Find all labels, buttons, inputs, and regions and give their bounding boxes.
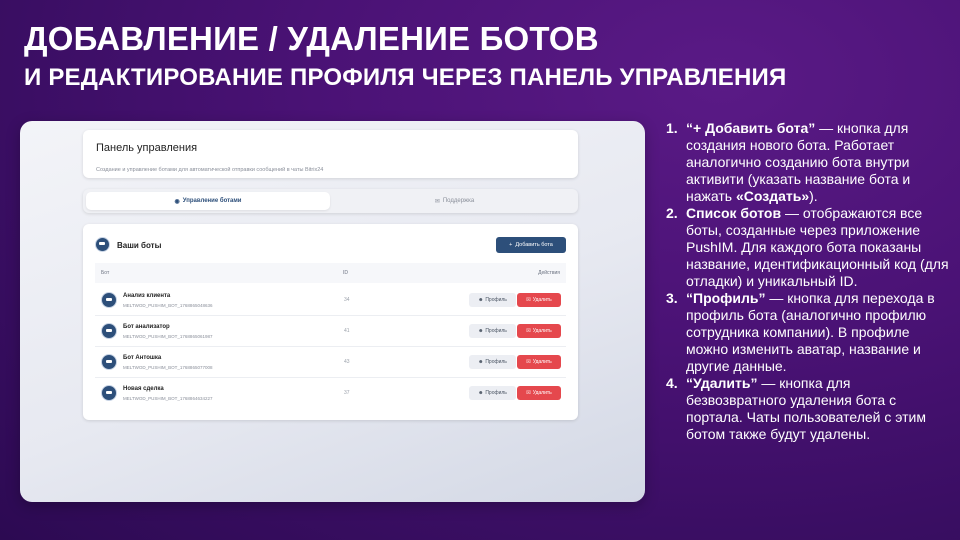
item-emphasis: «Создать»: [735, 188, 810, 204]
bot-icon: [95, 237, 110, 252]
add-bot-label: Добавить бота: [515, 242, 553, 248]
delete-button[interactable]: ☒ Удалить: [517, 386, 561, 400]
list-item: 1. “+ Добавить бота” — кнопка для создан…: [666, 120, 951, 205]
delete-label: Удалить: [532, 328, 552, 334]
delete-label: Удалить: [532, 297, 552, 303]
tab-support[interactable]: ✉ Поддержка: [333, 192, 576, 210]
table-row: Анализ клиента MELTWOD_PUSHIM_BOT_176886…: [95, 285, 566, 316]
delete-label: Удалить: [532, 390, 552, 396]
profile-label: Профиль: [485, 328, 507, 334]
item-number: 1.: [666, 120, 678, 136]
profile-label: Профиль: [485, 297, 507, 303]
avatar: [101, 354, 117, 370]
bot-id: 41: [344, 328, 350, 334]
page-title: Панель управления: [96, 142, 198, 154]
item-text: “+ Добавить бота” — кнопка для создания …: [686, 120, 951, 205]
slide-subtitle: И РЕДАКТИРОВАНИЕ ПРОФИЛЯ ЧЕРЕЗ ПАНЕЛЬ УП…: [24, 64, 787, 91]
profile-button[interactable]: ☻ Профиль: [469, 386, 516, 400]
list-item: 4. “Удалить” — кнопка для безвозвратного…: [666, 375, 951, 443]
avatar: [101, 385, 117, 401]
tabs: ◉ Управление ботами ✉ Поддержка: [83, 189, 578, 213]
item-heading: “Профиль”: [686, 290, 766, 306]
bot-name: Бот Антошка: [123, 355, 162, 361]
table-row: Новая сделка MELTWOD_PUSHIM_BOT_17688646…: [95, 378, 566, 409]
item-body-end: ).: [809, 188, 818, 204]
column-bot: Бот: [101, 270, 110, 276]
bot-icon: ◉: [174, 198, 180, 205]
column-actions: Действия: [538, 270, 560, 276]
trash-icon: ☒: [526, 359, 531, 365]
item-heading: “Удалить”: [686, 375, 758, 391]
profile-button[interactable]: ☻ Профиль: [469, 324, 516, 338]
bot-id: 34: [344, 297, 350, 303]
list-item: 3. “Профиль” — кнопка для перехода в про…: [666, 290, 951, 375]
table-header: Бот ID Действия: [95, 263, 566, 283]
slide-title: ДОБАВЛЕНИЕ / УДАЛЕНИЕ БОТОВ: [24, 20, 599, 57]
user-icon: ☻: [478, 297, 484, 303]
list-item: 2. Список ботов — отображаются все боты,…: [666, 205, 951, 290]
trash-icon: ☒: [526, 297, 531, 303]
delete-button[interactable]: ☒ Удалить: [517, 355, 561, 369]
item-number: 2.: [666, 205, 678, 221]
page-description: Создание и управление ботами для автомат…: [96, 167, 324, 173]
bot-code: MELTWOD_PUSHIM_BOT_1768864634227: [123, 396, 213, 401]
item-heading: Список ботов: [686, 205, 782, 221]
bot-code: MELTWOD_PUSHIM_BOT_1768865077008: [123, 365, 213, 370]
item-number: 4.: [666, 375, 678, 391]
column-id: ID: [343, 270, 348, 276]
avatar: [101, 292, 117, 308]
item-text: “Профиль” — кнопка для перехода в профил…: [686, 290, 951, 375]
bot-name: Анализ клиента: [123, 293, 171, 299]
profile-label: Профиль: [485, 390, 507, 396]
user-icon: ☻: [478, 328, 484, 334]
user-icon: ☻: [478, 359, 484, 365]
profile-button[interactable]: ☻ Профиль: [469, 355, 516, 369]
delete-label: Удалить: [532, 359, 552, 365]
table-row: Бот Антошка MELTWOD_PUSHIM_BOT_176886507…: [95, 347, 566, 378]
item-text: Список ботов — отображаются все боты, со…: [686, 205, 951, 290]
bot-name: Новая сделка: [123, 386, 164, 392]
bot-id: 43: [344, 359, 350, 365]
bot-name: Бот анализатор: [123, 324, 170, 330]
support-icon: ✉: [434, 198, 440, 205]
bot-code: MELTWOD_PUSHIM_BOT_1768865048636: [123, 303, 213, 308]
app-screenshot: Панель управления Создание и управление …: [20, 121, 645, 502]
profile-button[interactable]: ☻ Профиль: [469, 293, 516, 307]
item-text: “Удалить” — кнопка для безвозвратного уд…: [686, 375, 951, 443]
header-card: Панель управления Создание и управление …: [83, 130, 578, 178]
trash-icon: ☒: [526, 390, 531, 396]
instructions-list: 1. “+ Добавить бота” — кнопка для создан…: [666, 120, 951, 443]
section-title: Ваши боты: [117, 241, 162, 250]
item-heading: “+ Добавить бота”: [686, 120, 816, 136]
trash-icon: ☒: [526, 328, 531, 334]
table-row: Бот анализатор MELTWOD_PUSHIM_BOT_176886…: [95, 316, 566, 347]
item-number: 3.: [666, 290, 678, 306]
delete-button[interactable]: ☒ Удалить: [517, 293, 561, 307]
tab-label: Управление ботами: [182, 198, 242, 204]
plus-icon: +: [509, 242, 513, 248]
user-icon: ☻: [478, 390, 484, 396]
profile-label: Профиль: [485, 359, 507, 365]
bots-card: Ваши боты + Добавить бота Бот ID Действи…: [83, 224, 578, 420]
bot-code: MELTWOD_PUSHIM_BOT_1768865061987: [123, 334, 213, 339]
add-bot-button[interactable]: + Добавить бота: [496, 237, 566, 253]
tab-bot-management[interactable]: ◉ Управление ботами: [86, 192, 330, 210]
tab-label: Поддержка: [442, 198, 475, 204]
bot-id: 37: [344, 390, 350, 396]
delete-button[interactable]: ☒ Удалить: [517, 324, 561, 338]
avatar: [101, 323, 117, 339]
